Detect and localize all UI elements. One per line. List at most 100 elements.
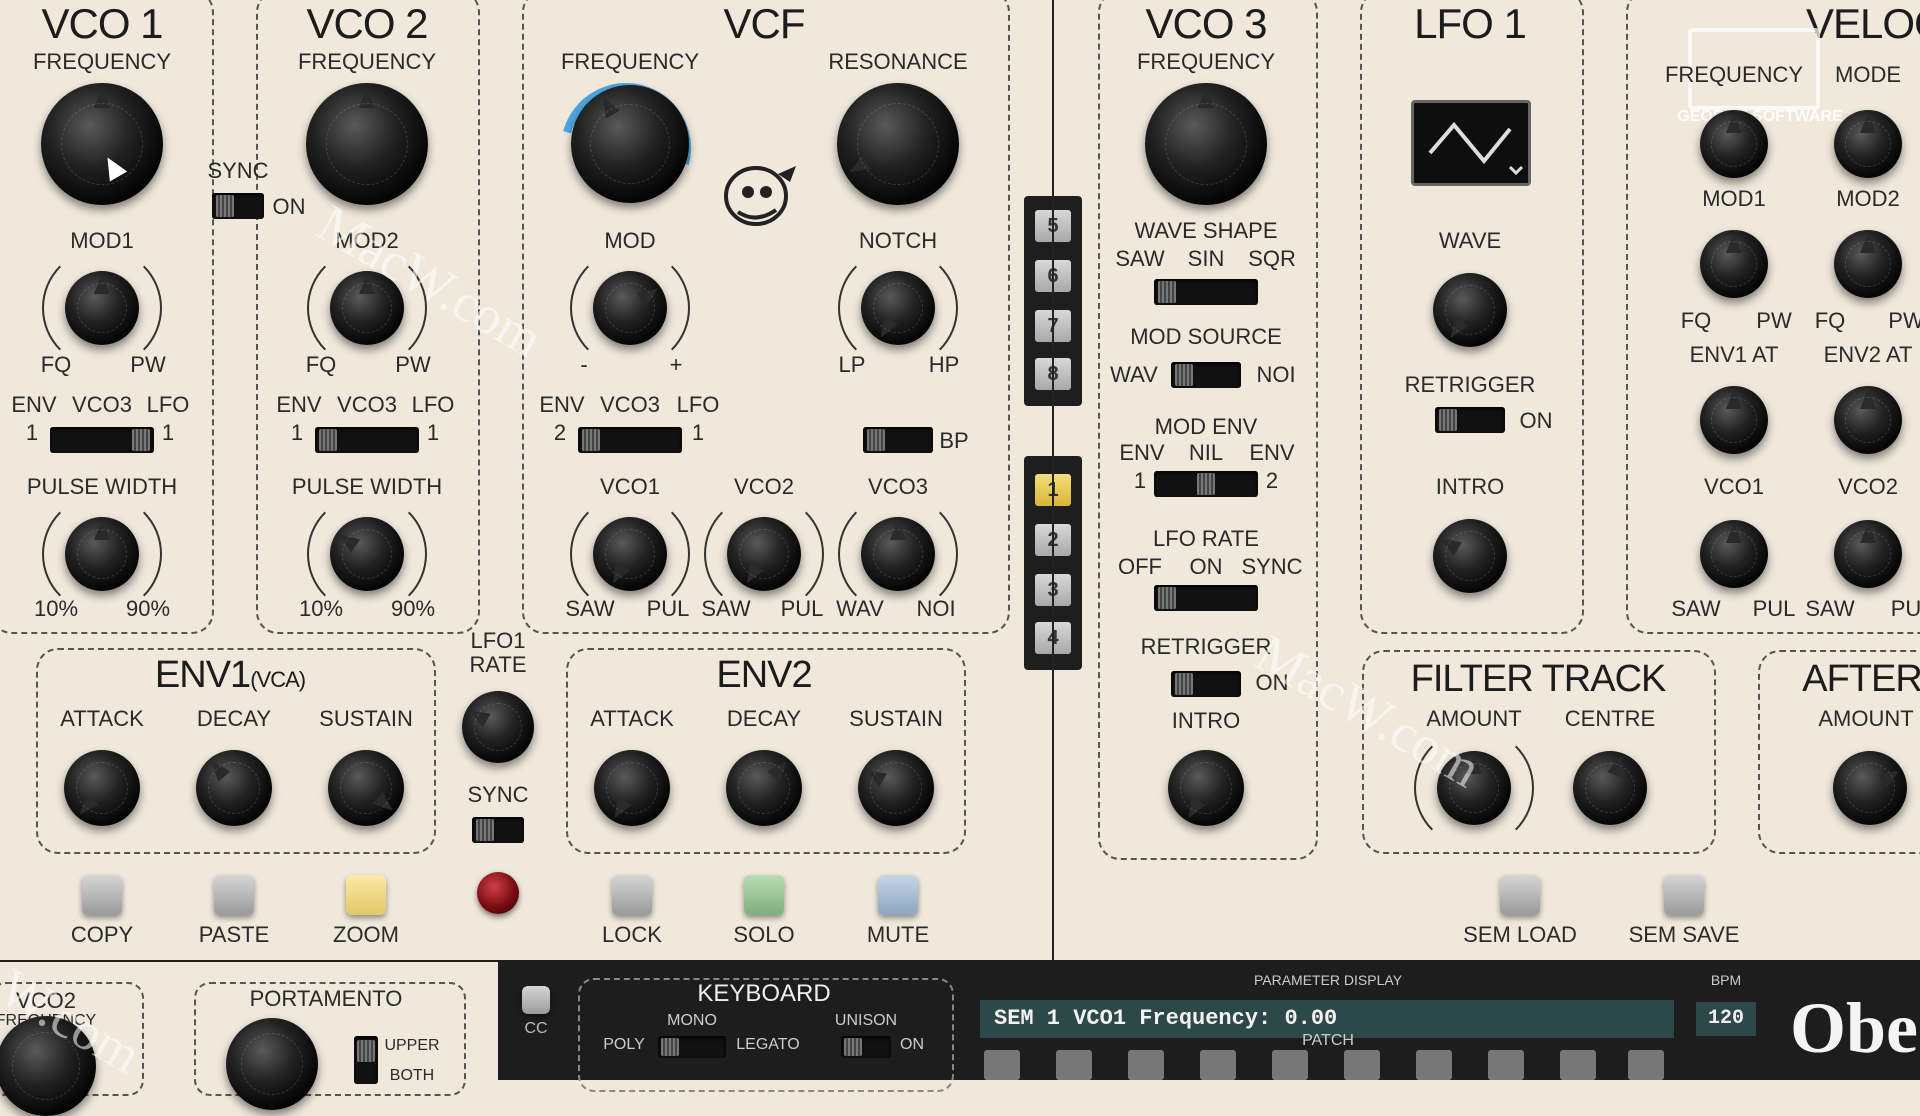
- aftertouch-amount-label: AMOUNT: [1818, 706, 1914, 731]
- vco1-title: VCO 1: [41, 0, 163, 47]
- paste-button[interactable]: [214, 875, 254, 915]
- env2-title: ENV2: [716, 654, 812, 696]
- env1-attack-knob[interactable]: [64, 750, 140, 826]
- env2-attack-knob[interactable]: [594, 750, 670, 826]
- vco3-retrigger-switch[interactable]: [1171, 671, 1241, 697]
- vco3-sin-label: SIN: [1187, 246, 1225, 271]
- lock-button[interactable]: [612, 875, 652, 915]
- panel-divider: [1052, 0, 1054, 960]
- lfo1-rate-sync-label: SYNC: [467, 782, 529, 807]
- velocity-frequency-label: FREQUENCY: [1664, 62, 1804, 87]
- env2-sustain-knob[interactable]: [858, 750, 934, 826]
- vco1-frequency-knob[interactable]: [41, 83, 163, 205]
- patch-slot[interactable]: [1056, 1050, 1092, 1080]
- patch-slot[interactable]: [984, 1050, 1020, 1080]
- vco3-lfo-on: ON: [1189, 554, 1223, 579]
- vco3-wave-shape-switch[interactable]: [1154, 279, 1258, 305]
- vco2-pulse-width-knob[interactable]: [330, 517, 404, 591]
- bpm-display[interactable]: 120: [1696, 1002, 1756, 1036]
- lfo1-retrigger-switch[interactable]: [1435, 407, 1505, 433]
- vco3-wave-shape-label: WAVE SHAPE: [1134, 218, 1278, 243]
- sync-switch[interactable]: [212, 193, 264, 219]
- patch-slot[interactable]: [1416, 1050, 1452, 1080]
- vcf-mod-source-switch[interactable]: [578, 427, 682, 453]
- vco2-mod-source-switch[interactable]: [315, 427, 419, 453]
- velocity-env1at-knob[interactable]: [1700, 386, 1768, 454]
- lfo1-wave-display[interactable]: [1411, 100, 1531, 186]
- portamento-mode-switch[interactable]: [354, 1036, 378, 1084]
- patch-slot[interactable]: [1628, 1050, 1664, 1080]
- vcf-vco1-knob[interactable]: [593, 517, 667, 591]
- vcf-frequency-knob[interactable]: [571, 85, 689, 203]
- vcf-mod-knob[interactable]: [593, 271, 667, 345]
- velocity-frequency-knob[interactable]: [1700, 110, 1768, 178]
- patch-slot[interactable]: [1488, 1050, 1524, 1080]
- vcf-resonance-knob[interactable]: [837, 83, 959, 205]
- vco3-wav-label: WAV: [1110, 362, 1158, 387]
- velocity-vco1-knob[interactable]: [1700, 520, 1768, 588]
- env2-sustain-label: SUSTAIN: [849, 706, 943, 731]
- patch-slot[interactable]: [1128, 1050, 1164, 1080]
- vco1-mod-source-switch[interactable]: [50, 427, 154, 453]
- vcf-saw-label: SAW: [565, 596, 615, 621]
- vcf-pul2-label: PUL: [780, 596, 824, 621]
- patch-slot[interactable]: [1344, 1050, 1380, 1080]
- velocity-pul1-label: PUL: [1752, 596, 1796, 621]
- mute-button[interactable]: [878, 875, 918, 915]
- aftertouch-amount-knob[interactable]: [1833, 751, 1907, 825]
- vco2-env-label: ENV: [276, 392, 322, 417]
- lfo1-wave-knob[interactable]: [1433, 273, 1507, 347]
- vco3-intro-knob[interactable]: [1168, 750, 1244, 826]
- solo-button[interactable]: [744, 875, 784, 915]
- vcf-vco3-knob[interactable]: [861, 517, 935, 591]
- cc-button[interactable]: [522, 986, 550, 1014]
- env1-sustain-knob[interactable]: [328, 750, 404, 826]
- vco3-mod-env-l: ENV: [1119, 440, 1165, 465]
- vco3-mod-source-switch[interactable]: [1171, 362, 1241, 388]
- lfo1-intro-knob[interactable]: [1433, 519, 1507, 593]
- velocity-mod1-knob[interactable]: [1700, 230, 1768, 298]
- poly-label: POLY: [603, 1036, 645, 1053]
- vco2-src-one-right: 1: [426, 420, 440, 445]
- lfo1-rate-sync-switch[interactable]: [472, 817, 524, 843]
- vco2-fq-label: FQ: [305, 352, 337, 377]
- led-indicator: [477, 872, 519, 914]
- portamento-knob[interactable]: [226, 1018, 318, 1110]
- vco3-mod-env-switch[interactable]: [1154, 471, 1258, 497]
- vcf-bp-switch[interactable]: [863, 427, 933, 453]
- velocity-mode-knob[interactable]: [1834, 110, 1902, 178]
- zoom-button[interactable]: [346, 875, 386, 915]
- velocity-env2at-knob[interactable]: [1834, 386, 1902, 454]
- copy-button[interactable]: [82, 875, 122, 915]
- patch-slot[interactable]: [1560, 1050, 1596, 1080]
- vco2-lfo-label: LFO: [411, 392, 455, 417]
- sem-save-button[interactable]: [1664, 875, 1704, 915]
- vco1-pw-min: 10%: [33, 596, 79, 621]
- patch-label: PATCH: [1302, 1032, 1354, 1049]
- patch-slot[interactable]: [1272, 1050, 1308, 1080]
- velocity-vco2-knob[interactable]: [1834, 520, 1902, 588]
- vco3-lfo-rate-switch[interactable]: [1154, 585, 1258, 611]
- vco3-mod-source-label: MOD SOURCE: [1130, 324, 1282, 349]
- filter-track-centre-knob[interactable]: [1573, 751, 1647, 825]
- vco3-frequency-knob[interactable]: [1145, 83, 1267, 205]
- filter-track-title: FILTER TRACK: [1410, 658, 1667, 700]
- vco1-mod1-knob[interactable]: [65, 271, 139, 345]
- vco1-frequency-label: FREQUENCY: [32, 49, 172, 74]
- vco3-lfo-rate-label: LFO RATE: [1153, 526, 1259, 551]
- vco1-pulse-width-knob[interactable]: [65, 517, 139, 591]
- patch-slot[interactable]: [1200, 1050, 1236, 1080]
- vcf-resonance-label: RESONANCE: [828, 49, 968, 74]
- vcf-vco2-knob[interactable]: [727, 517, 801, 591]
- vcf-lp-label: LP: [838, 352, 866, 377]
- env1-decay-knob[interactable]: [196, 750, 272, 826]
- vco2-frequency-knob[interactable]: [306, 83, 428, 205]
- velocity-env2at-label: ENV2 AT: [1823, 342, 1913, 367]
- mono-poly-switch[interactable]: [658, 1036, 726, 1058]
- velocity-mod2-knob[interactable]: [1834, 230, 1902, 298]
- vcf-notch-knob[interactable]: [861, 271, 935, 345]
- lfo1-rate-knob[interactable]: [462, 691, 534, 763]
- env2-decay-knob[interactable]: [726, 750, 802, 826]
- unison-switch[interactable]: [841, 1036, 891, 1058]
- sem-load-button[interactable]: [1500, 875, 1540, 915]
